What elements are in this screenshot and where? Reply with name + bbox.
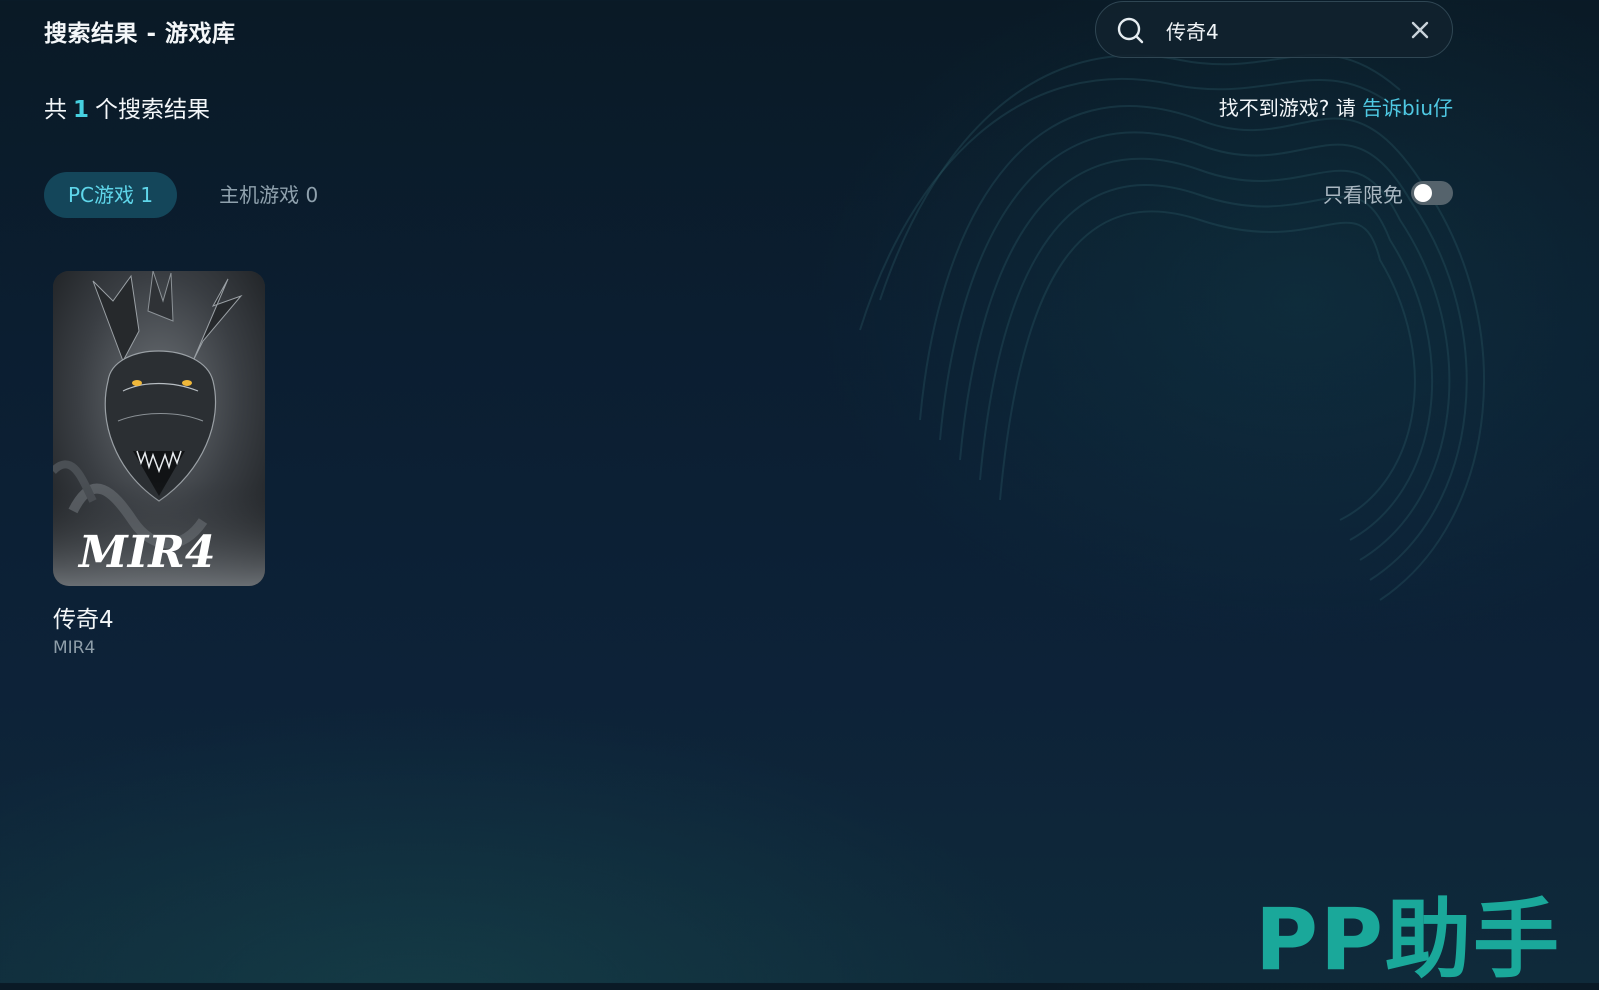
search-box[interactable] (1095, 1, 1453, 58)
platform-tabs: PC游戏 1 主机游戏 0 (44, 172, 360, 218)
cover-logo-text: MIR4 (77, 527, 215, 578)
feedback-prompt: 找不到游戏? 请 告诉biu仔 (1219, 92, 1453, 121)
tab-console-games[interactable]: 主机游戏 0 (195, 172, 342, 218)
free-only-label: 只看限免 (1323, 182, 1403, 207)
result-count-prefix: 共 (44, 97, 67, 123)
pp-assistant-logo: PP助手 (1254, 890, 1561, 990)
background-contour-lines (859, 53, 1486, 601)
search-icon (1117, 17, 1144, 44)
page-title: 搜索结果 - 游戏库 (44, 21, 236, 47)
dragon-cover-art: MIR4 (53, 271, 265, 586)
result-count-suffix: 个搜索结果 (95, 97, 211, 123)
tab-pc-games[interactable]: PC游戏 1 (44, 172, 178, 218)
free-only-filter: 只看限免 (1323, 176, 1453, 210)
game-card[interactable]: MIR4 传奇4 MIR4 (53, 271, 265, 658)
game-subtitle: MIR4 (53, 638, 96, 658)
result-count-number: 1 (73, 97, 90, 123)
game-title: 传奇4 (53, 607, 114, 633)
result-count: 共 1 个搜索结果 (44, 90, 210, 124)
free-only-toggle[interactable] (1411, 181, 1453, 205)
search-input[interactable] (1166, 15, 1386, 45)
toggle-knob (1414, 184, 1432, 202)
close-icon[interactable] (1410, 20, 1430, 40)
game-cover-image[interactable]: MIR4 (53, 271, 265, 586)
feedback-link[interactable]: 告诉biu仔 (1362, 96, 1453, 120)
feedback-text: 找不到游戏? 请 (1218, 96, 1356, 120)
